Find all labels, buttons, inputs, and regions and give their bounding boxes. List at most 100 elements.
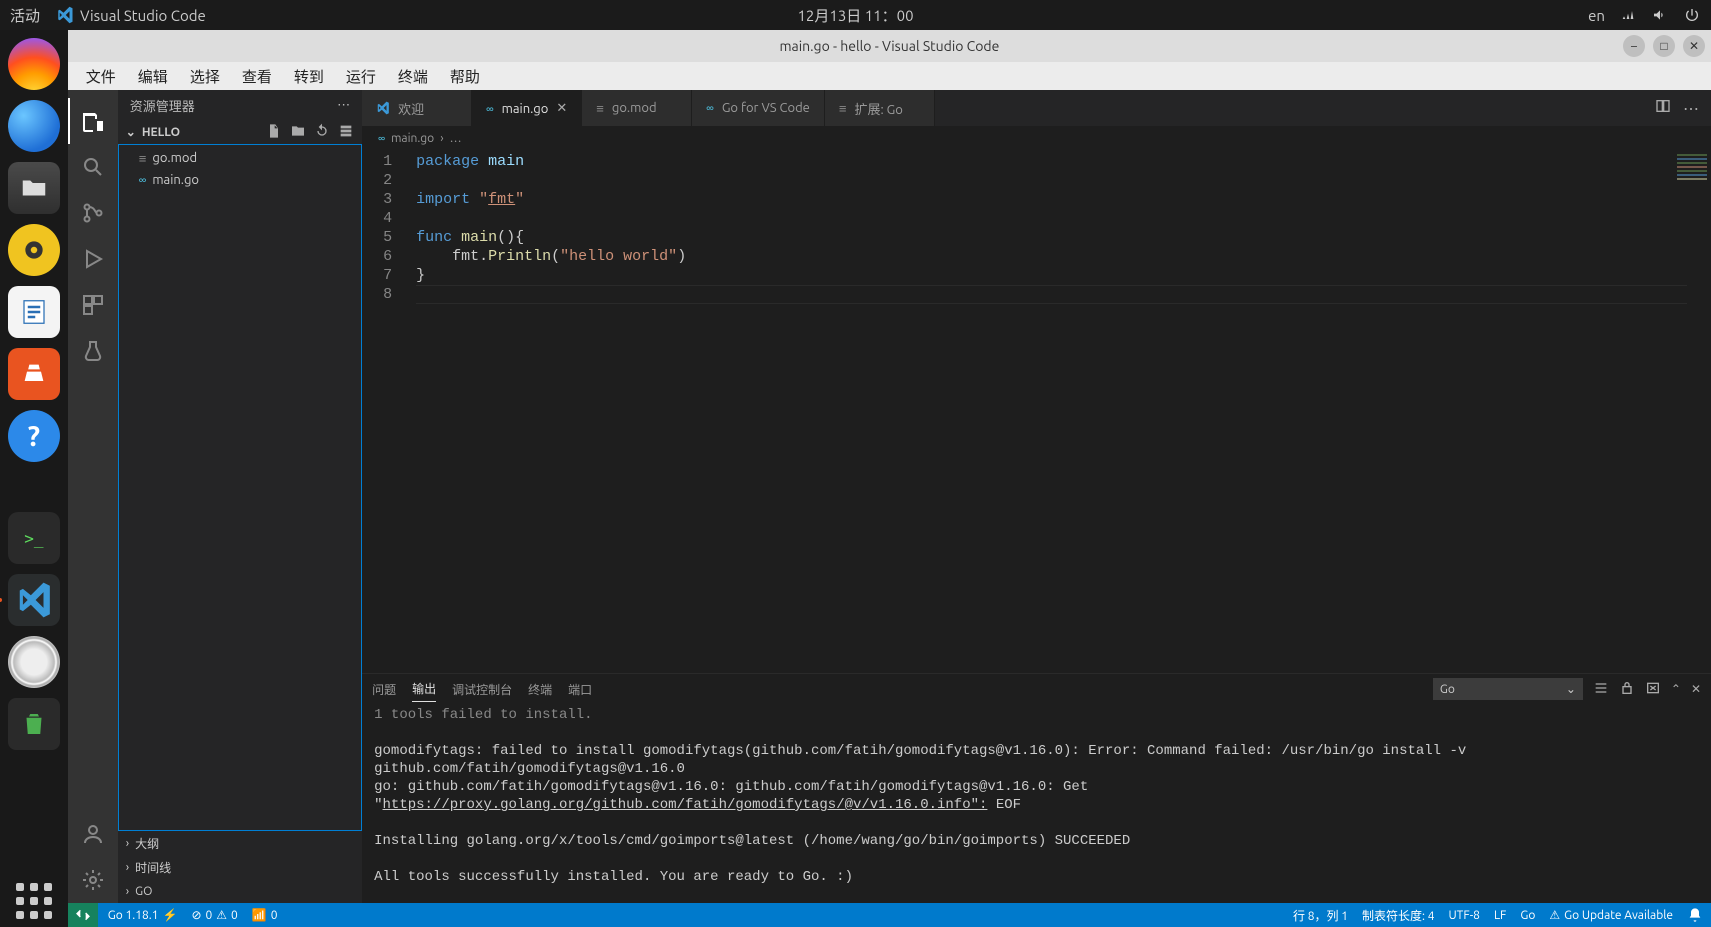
dock-vscode[interactable] bbox=[8, 574, 60, 626]
window-titlebar[interactable]: main.go - hello - Visual Studio Code – □… bbox=[68, 30, 1711, 62]
sidebar-section[interactable]: › 大纲 bbox=[118, 831, 362, 855]
chevron-right-icon: › bbox=[126, 861, 129, 874]
sidebar-more-icon[interactable]: ⋯ bbox=[337, 98, 350, 113]
newfile-icon[interactable] bbox=[266, 123, 282, 142]
menu-item-0[interactable]: 文件 bbox=[76, 64, 126, 89]
panel-tab[interactable]: 终端 bbox=[528, 677, 552, 702]
panel-tab[interactable]: 问题 bbox=[372, 677, 396, 702]
status-problems[interactable]: ⊘0 ⚠0 bbox=[191, 908, 237, 922]
dock-rhythmbox[interactable] bbox=[8, 224, 60, 276]
menu-item-2[interactable]: 选择 bbox=[180, 64, 230, 89]
file-tree: ≡ go.mod∞ main.go bbox=[118, 144, 362, 831]
warning-icon: ⚠ bbox=[1549, 908, 1560, 922]
status-encoding[interactable]: UTF-8 bbox=[1448, 909, 1479, 922]
sidebar-project-head[interactable]: ⌄ HELLO bbox=[118, 120, 362, 144]
dock-thunderbird[interactable] bbox=[8, 100, 60, 152]
window-minimize-button[interactable]: – bbox=[1623, 35, 1645, 57]
dock-writer[interactable] bbox=[8, 286, 60, 338]
activity-source-control[interactable] bbox=[68, 190, 118, 236]
status-eol[interactable]: LF bbox=[1494, 909, 1506, 922]
panel-close-icon[interactable]: ✕ bbox=[1691, 682, 1701, 696]
collapse-icon[interactable] bbox=[338, 123, 354, 142]
menu-item-6[interactable]: 终端 bbox=[388, 64, 438, 89]
output-channel-select[interactable]: Go ⌄ bbox=[1433, 678, 1583, 700]
menubar: 文件编辑选择查看转到运行终端帮助 bbox=[68, 62, 1711, 90]
menu-item-1[interactable]: 编辑 bbox=[128, 64, 178, 89]
warning-icon: ⚠ bbox=[216, 908, 227, 922]
status-go-update[interactable]: ⚠ Go Update Available bbox=[1549, 908, 1673, 922]
editor-more-icon[interactable]: ⋯ bbox=[1683, 99, 1699, 118]
window-close-button[interactable]: ✕ bbox=[1683, 35, 1705, 57]
panel-clear-icon[interactable] bbox=[1645, 680, 1661, 699]
menu-item-4[interactable]: 转到 bbox=[284, 64, 334, 89]
activity-extensions[interactable] bbox=[68, 282, 118, 328]
status-cursor-pos[interactable]: 行 8，列 1 bbox=[1293, 907, 1348, 924]
breadcrumb[interactable]: ∞ main.go › … bbox=[362, 126, 1711, 150]
file-tree-item[interactable]: ∞ main.go bbox=[119, 169, 361, 191]
menu-item-5[interactable]: 运行 bbox=[336, 64, 386, 89]
activity-settings[interactable] bbox=[68, 857, 118, 903]
status-remote-icon[interactable] bbox=[68, 903, 98, 927]
network-icon[interactable] bbox=[1619, 6, 1637, 24]
volume-icon[interactable] bbox=[1651, 6, 1669, 24]
sidebar-explorer: 资源管理器 ⋯ ⌄ HELLO ≡ go.mod∞ main.go bbox=[118, 90, 362, 903]
newfolder-icon[interactable] bbox=[290, 123, 306, 142]
window-maximize-button[interactable]: □ bbox=[1653, 35, 1675, 57]
activity-testing[interactable] bbox=[68, 328, 118, 374]
menu-item-3[interactable]: 查看 bbox=[232, 64, 282, 89]
editor-tab[interactable]: ∞ Go for VS Code bbox=[692, 90, 825, 126]
minimap[interactable] bbox=[1677, 154, 1707, 204]
editor-tab[interactable]: ≡ go.mod bbox=[582, 90, 692, 126]
status-go-version[interactable]: Go 1.18.1 ⚡ bbox=[108, 908, 178, 922]
editor-tab[interactable]: 欢迎 bbox=[362, 90, 472, 126]
dock-trash[interactable] bbox=[8, 698, 60, 750]
panel-list-icon[interactable] bbox=[1593, 680, 1609, 699]
power-icon[interactable] bbox=[1683, 6, 1701, 24]
dock-disc[interactable] bbox=[8, 636, 60, 688]
editor-tab[interactable]: ≡ 扩展: Go bbox=[825, 90, 935, 126]
dock-software[interactable] bbox=[8, 348, 60, 400]
status-indent[interactable]: 制表符长度: 4 bbox=[1362, 907, 1434, 924]
activity-search[interactable] bbox=[68, 144, 118, 190]
dock-firefox[interactable] bbox=[8, 38, 60, 90]
editor-tab[interactable]: ∞ main.go ✕ bbox=[472, 90, 582, 126]
code-editor[interactable]: 12345678 package mainimport "fmt"func ma… bbox=[362, 150, 1711, 673]
dock-help[interactable]: ? bbox=[8, 410, 60, 462]
sidebar-project-name: HELLO bbox=[142, 126, 180, 139]
sidebar-section[interactable]: › 时间线 bbox=[118, 855, 362, 879]
panel-lock-icon[interactable] bbox=[1619, 680, 1635, 699]
keyboard-lang[interactable]: en bbox=[1588, 7, 1605, 24]
bottom-panel: 问题输出调试控制台终端端口 Go ⌄ ⌃ ✕ bbox=[362, 673, 1711, 903]
activity-explorer[interactable] bbox=[68, 98, 118, 144]
panel-tab[interactable]: 端口 bbox=[568, 677, 592, 702]
activity-account[interactable] bbox=[68, 811, 118, 857]
vscode-icon bbox=[56, 6, 74, 24]
editor-area: 欢迎∞ main.go ✕≡ go.mod∞ Go for VS Code≡ 扩… bbox=[362, 90, 1711, 903]
dock-show-apps[interactable] bbox=[8, 875, 60, 927]
editor-tabs: 欢迎∞ main.go ✕≡ go.mod∞ Go for VS Code≡ 扩… bbox=[362, 90, 1711, 126]
menu-item-7[interactable]: 帮助 bbox=[440, 64, 490, 89]
panel-tab[interactable]: 调试控制台 bbox=[452, 677, 512, 702]
refresh-icon[interactable] bbox=[314, 123, 330, 142]
status-language[interactable]: Go bbox=[1520, 909, 1535, 922]
status-notifications-icon[interactable] bbox=[1687, 907, 1703, 923]
panel-maximize-icon[interactable]: ⌃ bbox=[1671, 682, 1681, 696]
split-editor-icon[interactable] bbox=[1655, 98, 1671, 118]
chevron-down-icon: ⌄ bbox=[126, 125, 136, 139]
activity-run-debug[interactable] bbox=[68, 236, 118, 282]
dock-files[interactable] bbox=[8, 162, 60, 214]
activities-button[interactable]: 活动 bbox=[10, 5, 40, 26]
lightning-icon: ⚡ bbox=[162, 908, 177, 922]
sidebar-section[interactable]: › GO bbox=[118, 879, 362, 903]
breadcrumb-file: main.go bbox=[391, 132, 434, 145]
file-tree-item[interactable]: ≡ go.mod bbox=[119, 147, 361, 169]
output-body[interactable]: 1 tools failed to install. gomodifytags:… bbox=[362, 704, 1711, 903]
panel-tab[interactable]: 输出 bbox=[412, 676, 436, 702]
dock-terminal[interactable]: >_ bbox=[8, 512, 60, 564]
status-ports[interactable]: 📶0 bbox=[252, 908, 278, 922]
go-file-icon: ∞ bbox=[378, 132, 385, 145]
chevron-right-icon: › bbox=[126, 885, 129, 898]
antenna-icon: 📶 bbox=[252, 908, 267, 922]
close-icon[interactable]: ✕ bbox=[556, 101, 567, 116]
topbar-clock[interactable]: 12月13日 11：00 bbox=[797, 0, 913, 30]
